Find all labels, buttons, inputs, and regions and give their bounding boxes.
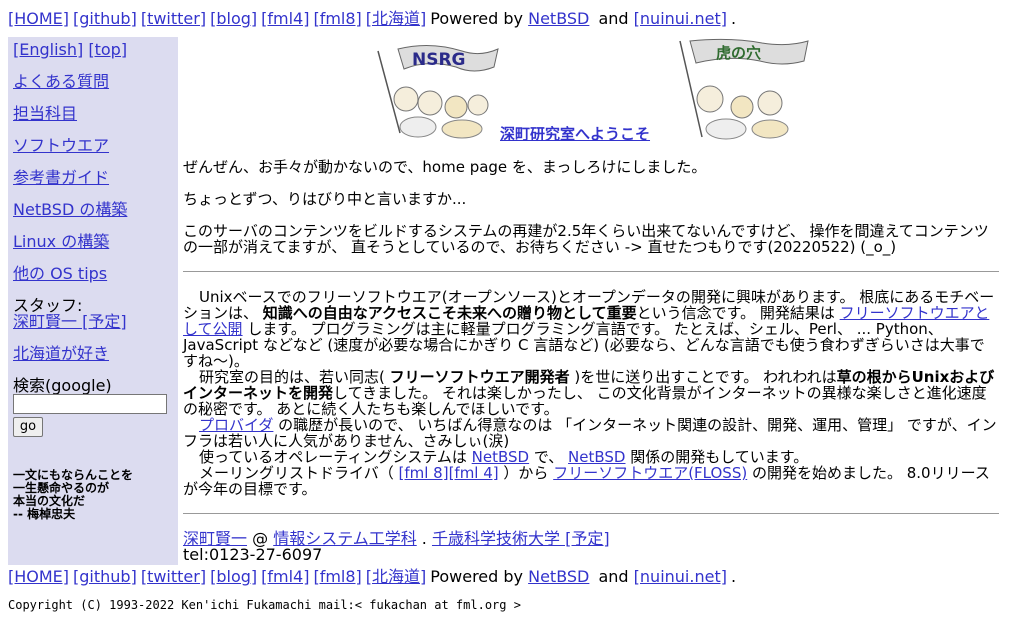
period-text: .	[730, 9, 737, 28]
intro-para-3: このサーバのコンテンツをビルドするシステムの再建が2.5年くらい出来てないんです…	[183, 222, 989, 256]
nav-hokkaido-link[interactable]: [北海道]	[366, 9, 427, 28]
sidebar-item-courses[interactable]: 担当科目	[13, 105, 77, 123]
nav-github-link[interactable]: [github]	[73, 9, 137, 28]
interest-text-c: します。 プログラミングは主に軽量プログラミング言語です。 たとえば、シェル、P…	[183, 320, 985, 370]
powered-by-text: Powered by	[430, 9, 524, 28]
signature-dot: .	[416, 529, 432, 548]
bottom-powered-by-text: Powered by	[430, 567, 524, 586]
search-label: 検索(google)	[13, 376, 112, 395]
nav-fml8-link[interactable]: [fml8]	[313, 9, 361, 28]
sidebar-item-faq[interactable]: よくある質問	[13, 73, 109, 91]
nav-home-link[interactable]: [HOME]	[8, 9, 69, 28]
body-para-provider: プロバイダ の職歴が長いので、 いちばん得意なのは 「インターネット関連の設計、…	[183, 417, 999, 449]
body-para-purpose: 研究室の目的は、若い同志( フリーソフトウエア開発者 )を世に送り出すことです。…	[183, 369, 999, 417]
sidebar-item-top[interactable]: [top]	[88, 40, 127, 59]
search-input[interactable]	[13, 394, 167, 414]
sidebar: [English] [top] よくある質問 担当科目 ソフトウエア 参考書ガイ…	[8, 37, 178, 565]
top-nav: [HOME] [github] [twitter] [blog] [fml4] [fml8…	[8, 10, 736, 28]
bottom-nav-blog-link[interactable]: [blog]	[210, 567, 257, 586]
nav-nuinui-link[interactable]: [nuinui.net]	[634, 9, 727, 28]
bottom-nav-twitter-link[interactable]: [twitter]	[141, 567, 206, 586]
sidebar-item-books[interactable]: 参考書ガイド	[13, 169, 109, 187]
banner-left-cats: NSRG	[377, 44, 499, 139]
body-para-fml: メーリングリストドライバ（ [fml 8][fml 4] ）から フリーソフトウ…	[183, 465, 999, 497]
fml8-link[interactable]: [fml 8]	[398, 464, 448, 482]
divider-top	[183, 271, 999, 272]
intro-para-2: ちょっとずつ、りはびり中と言いますか...	[183, 190, 467, 208]
body-para-os: 使っているオペレーティングシステムは NetBSD で、 NetBSD 関係の開…	[183, 449, 999, 465]
bottom-nav-netbsd-link[interactable]: NetBSD	[528, 567, 589, 586]
sidebar-item-other-os[interactable]: 他の OS tips	[13, 265, 107, 283]
banner-right-text: 虎の穴	[716, 44, 761, 62]
banner-left-text: NSRG	[412, 50, 466, 70]
body-para-interest: Unixベースでのフリーソフトウエア(オープンソース)とオープンデータの開発に興…	[183, 289, 999, 369]
fml-text-b: ）から	[498, 464, 554, 482]
bottom-nav-fml8-link[interactable]: [fml8]	[313, 567, 361, 586]
welcome-link[interactable]: 深町研究室へようこそ	[500, 126, 650, 142]
nav-fml4-link[interactable]: [fml4]	[261, 9, 309, 28]
nav-netbsd-link[interactable]: NetBSD	[528, 9, 589, 28]
fml4-link[interactable]: [fml 4]	[449, 464, 499, 482]
signature-univ-link[interactable]: 千歳科学技術大学 [予定]	[432, 529, 610, 548]
and-text: and	[598, 9, 629, 28]
sidebar-lang-links: [English] [top]	[13, 41, 127, 59]
bottom-and-text: and	[598, 567, 629, 586]
bottom-nav-fml4-link[interactable]: [fml4]	[261, 567, 309, 586]
bottom-nav: [HOME] [github] [twitter] [blog] [fml4] [fml8…	[8, 568, 736, 586]
floss-link[interactable]: フリーソフトウエア(FLOSS)	[553, 464, 747, 482]
motto-quote: 一文にもならんことを 一生懸命やるのが 本当の文化だ -- 梅棹忠夫	[13, 468, 134, 521]
bottom-nav-nuinui-link[interactable]: [nuinui.net]	[634, 567, 727, 586]
nav-blog-link[interactable]: [blog]	[210, 9, 257, 28]
bottom-nav-github-link[interactable]: [github]	[73, 567, 137, 586]
divider-bottom	[183, 513, 999, 514]
banner-right-cats: 虎の穴	[679, 38, 809, 140]
telephone: tel:0123-27-6097	[183, 545, 323, 564]
provider-text: の職歴が長いので、 いちばん得意なのは 「インターネット関連の設計、開発、運用、…	[183, 416, 997, 450]
sidebar-item-hokkaido[interactable]: 北海道が好き	[13, 345, 109, 363]
bottom-nav-hokkaido-link[interactable]: [北海道]	[366, 567, 427, 586]
copyright-text: Copyright (C) 1993-2022 Ken'ichi Fukamac…	[8, 598, 521, 612]
sidebar-item-staff[interactable]: 深町賢一 [予定]	[13, 313, 127, 331]
sidebar-item-linux[interactable]: Linux の構築	[13, 233, 109, 251]
go-button[interactable]: go	[13, 417, 43, 437]
nav-twitter-link[interactable]: [twitter]	[141, 9, 206, 28]
sidebar-item-software[interactable]: ソフトウエア	[13, 137, 109, 155]
bottom-period-text: .	[730, 567, 737, 586]
intro-para-1: ぜんぜん、お手々が動かないので、home page を、まっしろけにしました。	[183, 158, 707, 176]
sidebar-item-netbsd[interactable]: NetBSD の構築	[13, 201, 127, 219]
sidebar-item-english[interactable]: [English]	[13, 40, 83, 59]
bottom-nav-home-link[interactable]: [HOME]	[8, 567, 69, 586]
